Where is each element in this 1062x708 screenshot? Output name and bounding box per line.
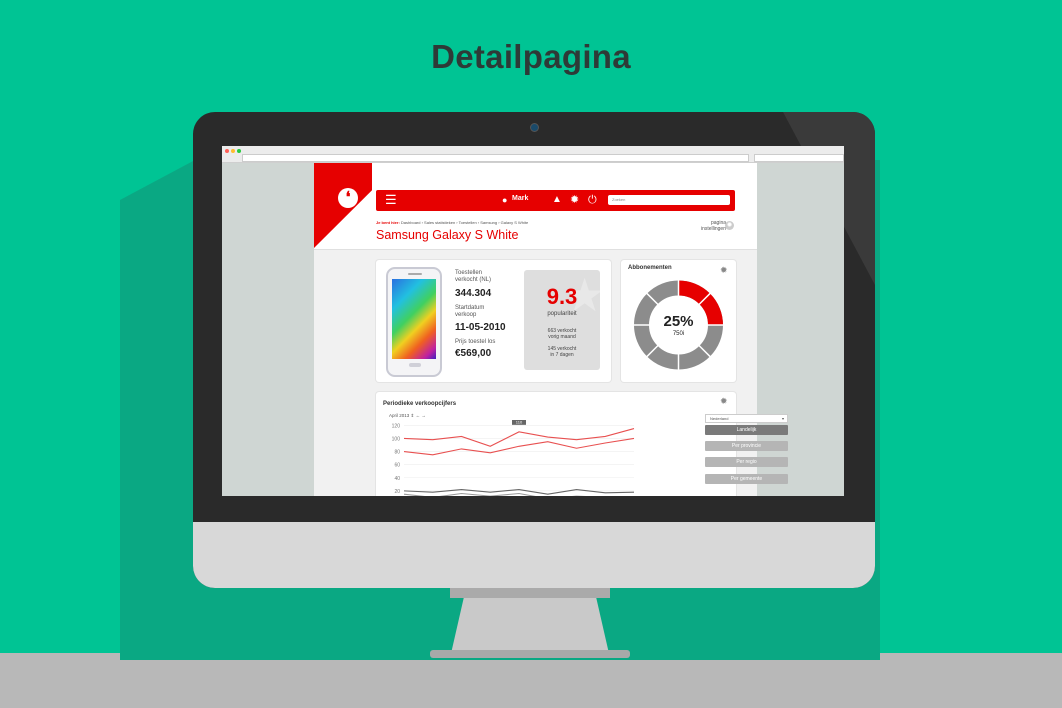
sold-label: Toestellen verkocht (NL)	[455, 270, 491, 284]
y-tick-label: 100	[392, 436, 401, 442]
phone-screen	[392, 279, 436, 359]
month-sales: 663 verkocht vorig maand	[524, 328, 600, 340]
floor	[0, 653, 1062, 708]
month-picker[interactable]: April 2013 ⇕ ← →	[389, 413, 426, 419]
y-tick-label: 80	[394, 450, 400, 456]
sales-title: Periodieke verkoopcijfers	[383, 401, 457, 407]
page-settings-gear-icon[interactable]: ✹	[725, 221, 734, 230]
breadcrumb-path[interactable]: Dashboard › Sales statistieken › Toestel…	[401, 220, 528, 225]
next-arrow-icon[interactable]: →	[421, 413, 426, 418]
page-heading: Detailpagina	[431, 38, 631, 75]
maximize-window-icon[interactable]	[237, 149, 241, 153]
subscriptions-count: 750i	[672, 331, 685, 337]
apple-logo-icon	[516, 539, 552, 575]
start-value: 11-05-2010	[455, 322, 506, 333]
y-tick-label: 40	[394, 476, 400, 482]
y-tick-label: 20	[394, 489, 400, 495]
series-line[interactable]	[403, 437, 635, 456]
week-sales-line2: in 7 dagen	[550, 352, 574, 358]
region-select[interactable]: Nederland ▾	[705, 414, 788, 423]
filter-provincie-button[interactable]: Per provincie	[705, 441, 788, 451]
address-bar[interactable]	[242, 154, 749, 162]
dashboard-content: Toestellen verkocht (NL) 344.304 Startda…	[314, 250, 788, 496]
stand-neck-shadow	[450, 588, 610, 598]
web-page: ❛ ☰ ● Mark ▲ ✹ ⏻ Zoeken Je bent hier: Da…	[314, 163, 788, 496]
minimize-window-icon[interactable]	[231, 149, 235, 153]
subscriptions-card: Abbonementen ✹ 25% 750i	[621, 260, 736, 382]
browser-search-field[interactable]	[754, 154, 844, 162]
breadcrumb: Je bent hier: Dashboard › Sales statisti…	[376, 220, 528, 225]
gear-icon[interactable]: ✹	[570, 193, 579, 207]
camera-icon	[530, 123, 539, 132]
search-input[interactable]: Zoeken	[608, 195, 730, 205]
page-settings-link[interactable]: pagina instellingen	[686, 220, 726, 232]
breadcrumb-prefix: Je bent hier:	[376, 220, 400, 225]
page-title: Samsung Galaxy S White	[376, 228, 519, 242]
y-tick-label: 120	[392, 423, 401, 429]
start-label-line2: verkoop	[455, 312, 477, 318]
sold-label-line2: verkocht (NL)	[455, 277, 492, 283]
top-navigation: ☰ ● Mark ▲ ✹ ⏻ Zoeken	[376, 190, 735, 211]
phone-home-button	[409, 363, 421, 367]
filter-gemeente-button[interactable]: Per gemeente	[705, 474, 788, 484]
price-value: €569,00	[455, 348, 492, 359]
chart-tooltip-text: 110	[516, 420, 523, 424]
start-label: Startdatum verkoop	[455, 305, 484, 319]
phone-image	[386, 267, 442, 377]
page-settings-line2: instellingen	[700, 226, 726, 232]
subscriptions-percent: 25%	[663, 313, 694, 330]
bell-icon[interactable]: ▲	[552, 193, 562, 207]
user-name[interactable]: Mark	[512, 195, 528, 202]
filter-regio-button[interactable]: Per regio	[705, 457, 788, 467]
y-tick-label: 60	[394, 463, 400, 469]
popularity-box: ★ 9.3 populariteit 663 verkocht vorig ma…	[524, 270, 600, 370]
region-select-chevron-icon: ▾	[781, 416, 784, 421]
filter-landelijk-button[interactable]: Landelijk	[705, 425, 788, 435]
monitor-stand-base	[430, 650, 630, 658]
device-card: Toestellen verkocht (NL) 344.304 Startda…	[376, 260, 611, 382]
month-sales-line2: vorig maand	[548, 334, 576, 340]
popularity-score: 9.3	[546, 284, 578, 309]
month-label: April 2013	[389, 413, 410, 418]
menu-icon[interactable]: ☰	[385, 193, 397, 207]
series-line[interactable]	[403, 492, 634, 496]
phone-speaker	[408, 273, 422, 275]
region-select-value: Nederland	[710, 416, 729, 421]
monitor-stand	[450, 588, 610, 658]
close-window-icon[interactable]	[225, 149, 229, 153]
sold-label-line1: Toestellen	[455, 270, 483, 276]
screen: ❛ ☰ ● Mark ▲ ✹ ⏻ Zoeken Je bent hier: Da…	[222, 146, 844, 496]
sales-card: Periodieke verkoopcijfers ✹ April 2013 ⇕…	[376, 392, 788, 496]
user-icon: ●	[502, 195, 508, 205]
sales-line-chart[interactable]: 120 100 80 60 40 20 110	[376, 420, 696, 496]
browser-toolbar	[222, 146, 844, 163]
sold-value: 344.304	[455, 288, 492, 299]
power-icon[interactable]: ⏻	[588, 193, 597, 207]
price-label: Prijs toestel los	[455, 339, 496, 345]
popularity-label: populariteit	[547, 311, 577, 317]
sales-gear-icon[interactable]: ✹	[720, 397, 728, 406]
week-sales: 145 verkocht in 7 dagen	[524, 346, 600, 358]
start-label-line1: Startdatum	[455, 305, 485, 311]
vodafone-logo-icon[interactable]: ❛	[338, 188, 358, 208]
